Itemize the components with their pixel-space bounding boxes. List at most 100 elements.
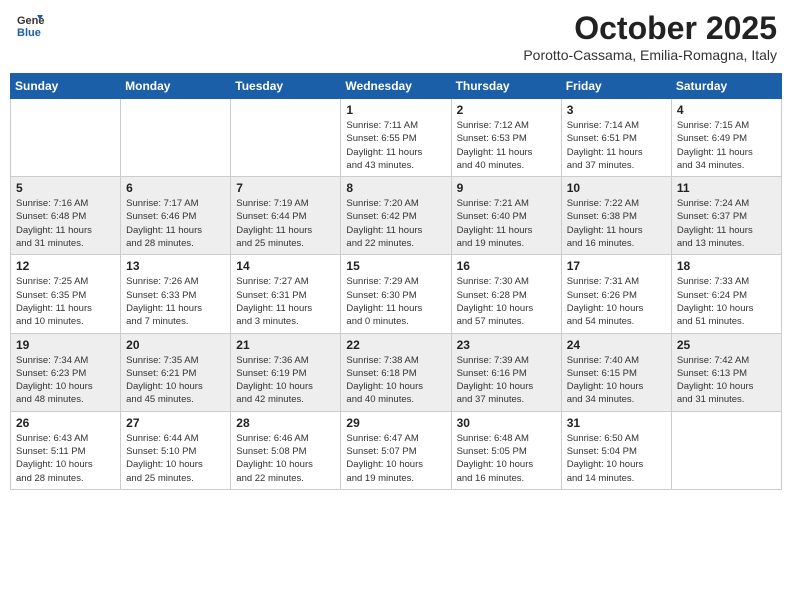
day-cell-15: 15 Sunrise: 7:29 AM Sunset: 6:30 PM Dayli… [341,255,451,333]
day-cell-19: 19 Sunrise: 7:34 AM Sunset: 6:23 PM Dayli… [11,333,121,411]
day-cell-9: 9 Sunrise: 7:21 AM Sunset: 6:40 PM Daylig… [451,177,561,255]
day-cell-16: 16 Sunrise: 7:30 AM Sunset: 6:28 PM Dayli… [451,255,561,333]
day-info: Sunrise: 6:50 AM Sunset: 5:04 PM Dayligh… [567,432,666,485]
day-number: 12 [16,259,115,273]
empty-cell [11,99,121,177]
day-number: 8 [346,181,445,195]
day-info: Sunrise: 7:26 AM Sunset: 6:33 PM Dayligh… [126,275,225,328]
day-info: Sunrise: 7:30 AM Sunset: 6:28 PM Dayligh… [457,275,556,328]
day-info: Sunrise: 7:14 AM Sunset: 6:51 PM Dayligh… [567,119,666,172]
day-info: Sunrise: 7:40 AM Sunset: 6:15 PM Dayligh… [567,354,666,407]
day-number: 7 [236,181,335,195]
svg-text:Blue: Blue [17,27,41,39]
day-info: Sunrise: 7:20 AM Sunset: 6:42 PM Dayligh… [346,197,445,250]
day-number: 1 [346,103,445,117]
week-row-5: 26Sunrise: 6:43 AM Sunset: 5:11 PM Dayli… [11,411,782,489]
day-cell-14: 14Sunrise: 7:27 AM Sunset: 6:31 PM Dayli… [231,255,341,333]
day-cell-24: 24 Sunrise: 7:40 AM Sunset: 6:15 PM Dayli… [561,333,671,411]
day-info: Sunrise: 6:44 AM Sunset: 5:10 PM Dayligh… [126,432,225,485]
day-info: Sunrise: 7:15 AM Sunset: 6:49 PM Dayligh… [677,119,776,172]
day-info: Sunrise: 7:17 AM Sunset: 6:46 PM Dayligh… [126,197,225,250]
day-number: 30 [457,416,556,430]
day-cell-12: 12 Sunrise: 7:25 AM Sunset: 6:35 PM Dayli… [11,255,121,333]
day-cell-20: 20Sunrise: 7:35 AM Sunset: 6:21 PM Dayli… [121,333,231,411]
week-row-2: 5 Sunrise: 7:16 AM Sunset: 6:48 PM Daylig… [11,177,782,255]
day-info: Sunrise: 7:36 AM Sunset: 6:19 PM Dayligh… [236,354,335,407]
day-number: 28 [236,416,335,430]
day-number: 19 [16,338,115,352]
logo-icon: General Blue [15,10,45,40]
day-number: 5 [16,181,115,195]
day-info: Sunrise: 7:34 AM Sunset: 6:23 PM Dayligh… [16,354,115,407]
day-number: 15 [346,259,445,273]
weekday-header-saturday: Saturday [671,74,781,99]
day-cell-28: 28 Sunrise: 6:46 AM Sunset: 5:08 PM Dayli… [231,411,341,489]
day-cell-3: 3 Sunrise: 7:14 AM Sunset: 6:51 PM Daylig… [561,99,671,177]
weekday-header-monday: Monday [121,74,231,99]
empty-cell [121,99,231,177]
day-number: 6 [126,181,225,195]
day-info: Sunrise: 6:47 AM Sunset: 5:07 PM Dayligh… [346,432,445,485]
day-cell-13: 13 Sunrise: 7:26 AM Sunset: 6:33 PM Dayli… [121,255,231,333]
week-row-3: 12 Sunrise: 7:25 AM Sunset: 6:35 PM Dayli… [11,255,782,333]
day-info: Sunrise: 7:25 AM Sunset: 6:35 PM Dayligh… [16,275,115,328]
day-info: Sunrise: 7:27 AM Sunset: 6:31 PM Dayligh… [236,275,335,328]
day-number: 18 [677,259,776,273]
day-number: 17 [567,259,666,273]
day-cell-23: 23 Sunrise: 7:39 AM Sunset: 6:16 PM Dayli… [451,333,561,411]
day-cell-27: 27 Sunrise: 6:44 AM Sunset: 5:10 PM Dayli… [121,411,231,489]
day-info: Sunrise: 7:12 AM Sunset: 6:53 PM Dayligh… [457,119,556,172]
day-number: 2 [457,103,556,117]
weekday-header-thursday: Thursday [451,74,561,99]
day-cell-31: 31 Sunrise: 6:50 AM Sunset: 5:04 PM Dayli… [561,411,671,489]
day-number: 4 [677,103,776,117]
day-info: Sunrise: 7:21 AM Sunset: 6:40 PM Dayligh… [457,197,556,250]
day-info: Sunrise: 7:11 AM Sunset: 6:55 PM Dayligh… [346,119,445,172]
day-number: 9 [457,181,556,195]
day-cell-25: 25Sunrise: 7:42 AM Sunset: 6:13 PM Dayli… [671,333,781,411]
day-number: 13 [126,259,225,273]
logo: General Blue [15,10,45,40]
day-cell-1: 1 Sunrise: 7:11 AM Sunset: 6:55 PM Daylig… [341,99,451,177]
day-info: Sunrise: 7:22 AM Sunset: 6:38 PM Dayligh… [567,197,666,250]
calendar-table: SundayMondayTuesdayWednesdayThursdayFrid… [10,73,782,490]
day-cell-29: 29Sunrise: 6:47 AM Sunset: 5:07 PM Dayli… [341,411,451,489]
day-info: Sunrise: 7:39 AM Sunset: 6:16 PM Dayligh… [457,354,556,407]
weekday-header-row: SundayMondayTuesdayWednesdayThursdayFrid… [11,74,782,99]
day-cell-21: 21Sunrise: 7:36 AM Sunset: 6:19 PM Dayli… [231,333,341,411]
day-number: 3 [567,103,666,117]
empty-cell [231,99,341,177]
day-info: Sunrise: 7:16 AM Sunset: 6:48 PM Dayligh… [16,197,115,250]
day-info: Sunrise: 7:24 AM Sunset: 6:37 PM Dayligh… [677,197,776,250]
day-number: 22 [346,338,445,352]
month-title: October 2025 [523,10,777,47]
page-header: General Blue October 2025 Porotto-Cassam… [10,10,782,63]
day-cell-5: 5 Sunrise: 7:16 AM Sunset: 6:48 PM Daylig… [11,177,121,255]
weekday-header-sunday: Sunday [11,74,121,99]
day-info: Sunrise: 7:29 AM Sunset: 6:30 PM Dayligh… [346,275,445,328]
day-info: Sunrise: 7:19 AM Sunset: 6:44 PM Dayligh… [236,197,335,250]
day-number: 25 [677,338,776,352]
day-cell-6: 6 Sunrise: 7:17 AM Sunset: 6:46 PM Daylig… [121,177,231,255]
day-number: 16 [457,259,556,273]
day-cell-2: 2 Sunrise: 7:12 AM Sunset: 6:53 PM Daylig… [451,99,561,177]
day-number: 31 [567,416,666,430]
title-block: October 2025 Porotto-Cassama, Emilia-Rom… [523,10,777,63]
day-number: 27 [126,416,225,430]
day-number: 11 [677,181,776,195]
day-info: Sunrise: 6:46 AM Sunset: 5:08 PM Dayligh… [236,432,335,485]
day-cell-26: 26Sunrise: 6:43 AM Sunset: 5:11 PM Dayli… [11,411,121,489]
day-info: Sunrise: 7:33 AM Sunset: 6:24 PM Dayligh… [677,275,776,328]
day-cell-18: 18 Sunrise: 7:33 AM Sunset: 6:24 PM Dayli… [671,255,781,333]
week-row-4: 19 Sunrise: 7:34 AM Sunset: 6:23 PM Dayli… [11,333,782,411]
day-number: 24 [567,338,666,352]
day-info: Sunrise: 7:31 AM Sunset: 6:26 PM Dayligh… [567,275,666,328]
empty-cell [671,411,781,489]
location: Porotto-Cassama, Emilia-Romagna, Italy [523,47,777,63]
day-info: Sunrise: 7:38 AM Sunset: 6:18 PM Dayligh… [346,354,445,407]
day-info: Sunrise: 6:43 AM Sunset: 5:11 PM Dayligh… [16,432,115,485]
day-cell-8: 8 Sunrise: 7:20 AM Sunset: 6:42 PM Daylig… [341,177,451,255]
weekday-header-tuesday: Tuesday [231,74,341,99]
day-cell-22: 22 Sunrise: 7:38 AM Sunset: 6:18 PM Dayli… [341,333,451,411]
day-number: 23 [457,338,556,352]
